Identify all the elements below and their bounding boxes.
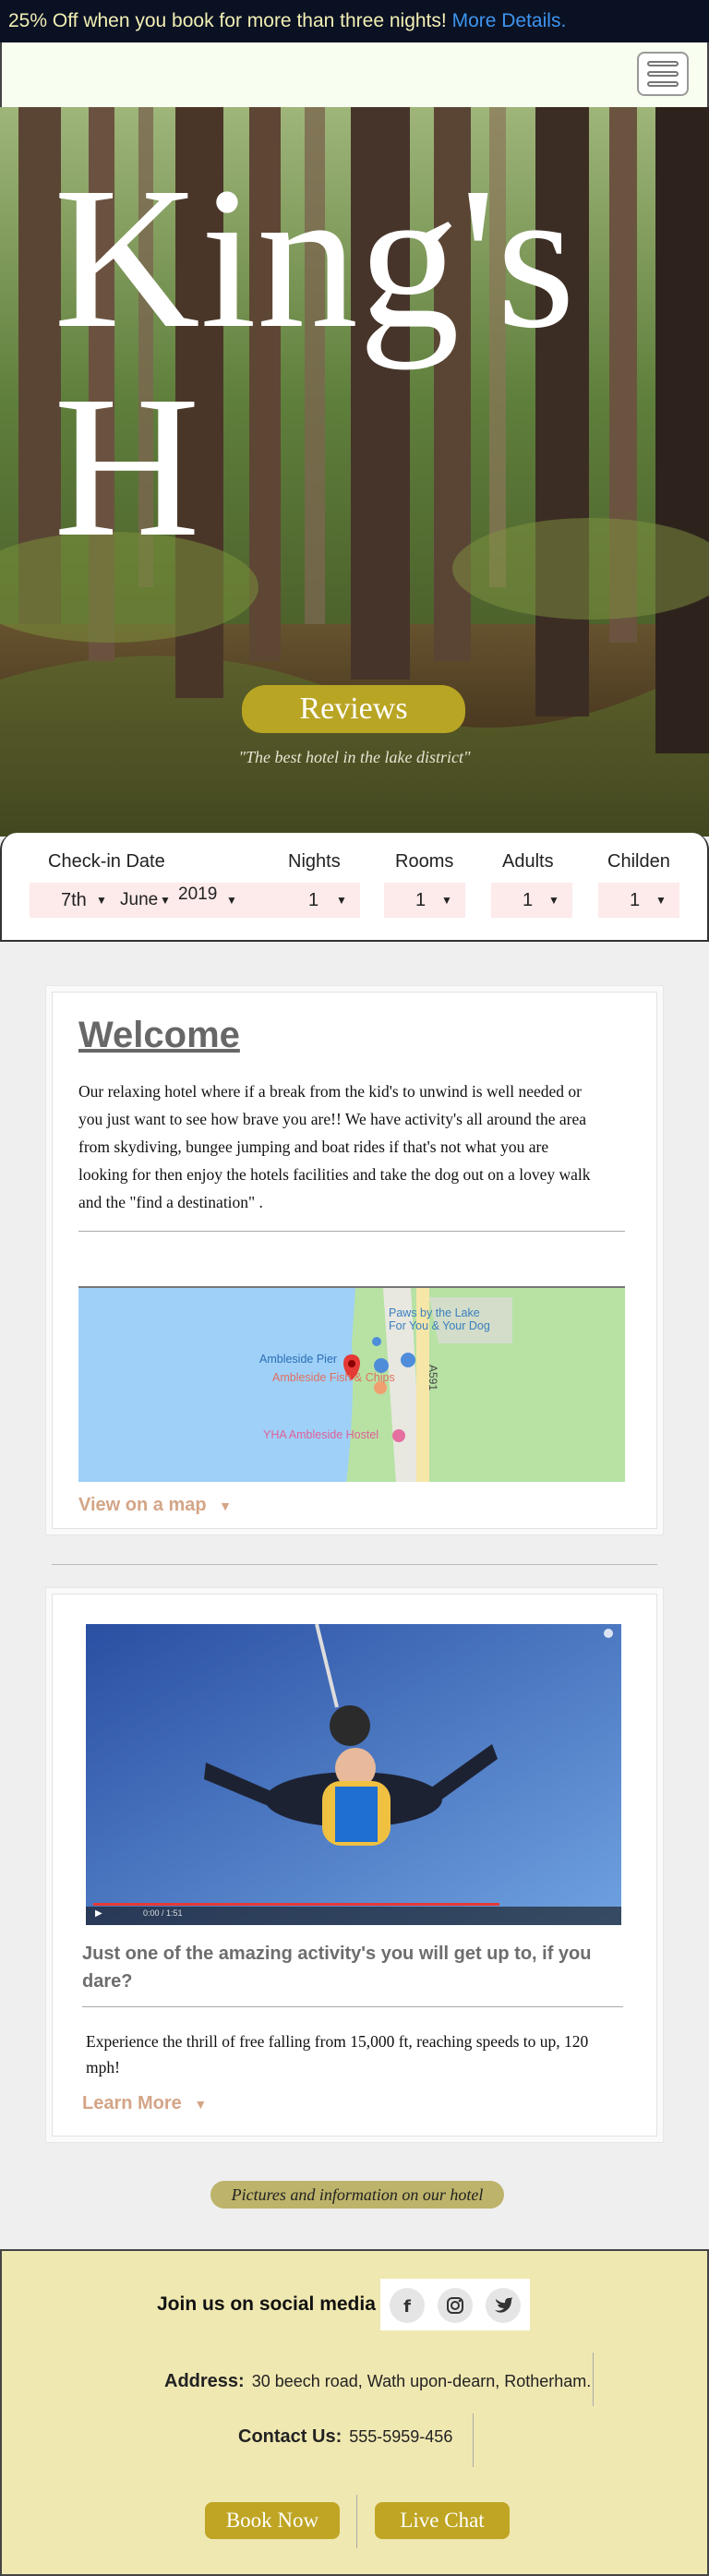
map-label-hostel: YHA Ambleside Hostel (263, 1428, 379, 1441)
contact-label: Contact Us: (238, 2426, 342, 2447)
social-links: f (380, 2279, 530, 2330)
activity-heading: Just one of the amazing activity's you w… (82, 1944, 592, 1992)
adults-select[interactable]: 1 ▼ (491, 883, 572, 918)
map-label-poi-sub: For You & Your Dog (389, 1319, 490, 1332)
chevron-down-icon: ▼ (219, 1499, 232, 1513)
children-label: Childen (607, 851, 670, 872)
chevron-down-icon: ▼ (336, 894, 347, 907)
chevron-down-icon: ▼ (441, 894, 452, 907)
year-select[interactable]: 2019 ▼ (173, 883, 251, 918)
chevron-down-icon: ▼ (96, 894, 107, 907)
month-select[interactable]: June ▼ (117, 883, 173, 918)
map-label-poi: Paws by the Lake (389, 1306, 480, 1319)
reviews-button[interactable]: Reviews (242, 685, 465, 733)
top-nav (0, 42, 709, 107)
live-chat-button[interactable]: Live Chat (375, 2502, 510, 2539)
chevron-down-icon: ▼ (548, 894, 559, 907)
rooms-label: Rooms (395, 851, 454, 872)
map-label-fish: Ambleside Fish & Chips (272, 1371, 395, 1384)
promo-text: 25% Off when you book for more than thre… (8, 10, 447, 31)
contact-row: Contact Us: 555-5959-456 (238, 2426, 452, 2448)
children-select[interactable]: 1 ▼ (598, 883, 679, 918)
social-heading: Join us on social media (157, 2293, 376, 2315)
chevron-down-icon: ▼ (194, 2097, 208, 2112)
divider (593, 2353, 594, 2406)
checkin-label: Check-in Date (48, 851, 165, 872)
twitter-icon[interactable] (486, 2288, 521, 2323)
day-select[interactable]: 7th ▼ (30, 883, 117, 918)
hero-section: King's H Reviews "The best hotel in the … (0, 107, 709, 837)
footer: Join us on social media f Address: 30 bee… (0, 2249, 709, 2576)
hamburger-menu-icon[interactable] (637, 52, 689, 96)
hotel-name-heading: King's H (54, 145, 576, 579)
nights-select[interactable]: 1 ▼ (251, 883, 360, 918)
chevron-down-icon: ▼ (655, 894, 667, 907)
video-time: 0:00 / 1:51 (143, 1908, 183, 1918)
map-label-pier: Ambleside Pier (259, 1353, 338, 1366)
divider (356, 2495, 357, 2548)
instagram-icon[interactable] (438, 2288, 473, 2323)
nights-label: Nights (288, 851, 341, 872)
address-label: Address: (164, 2371, 245, 2391)
more-details-link[interactable]: More Details. (452, 10, 567, 31)
welcome-text: Our relaxing hotel where if a break from… (78, 1082, 591, 1211)
address-value: 30 beech road, Wath upon-dearn, Rotherha… (251, 2372, 592, 2390)
phone-number[interactable]: 555-5959-456 (349, 2427, 452, 2446)
rooms-select[interactable]: 1 ▼ (384, 883, 465, 918)
section-divider (52, 1564, 657, 1565)
chevron-down-icon: ▼ (160, 894, 171, 907)
svg-text:f: f (403, 2297, 411, 2317)
book-now-button[interactable]: Book Now (205, 2502, 340, 2539)
map-label-road: A591 (427, 1364, 440, 1391)
skydiving-video[interactable]: 0:00 / 1:51 ▶ (86, 1624, 621, 1925)
booking-form: Check-in Date Nights Rooms Adults Childe… (0, 833, 709, 942)
play-icon[interactable]: ▶ (95, 1908, 102, 1919)
activity-card: 0:00 / 1:51 ▶ Just one of the amazing ac… (52, 1594, 657, 2137)
location-map[interactable]: Paws by the Lake For You & Your Dog Ambl… (78, 1286, 625, 1482)
divider (82, 2006, 623, 2007)
adults-label: Adults (502, 851, 554, 872)
activity-text: Experience the thrill of free falling fr… (86, 2032, 589, 2076)
address-row: Address: 30 beech road, Wath upon-dearn, … (164, 2371, 591, 2392)
pictures-info-button[interactable]: Pictures and information on our hotel (210, 2181, 504, 2209)
chevron-down-icon: ▼ (226, 894, 237, 907)
welcome-heading: Welcome (78, 1015, 240, 1055)
divider (473, 2413, 474, 2467)
view-on-map-link[interactable]: View on a map ▼ (78, 1495, 232, 1516)
divider (78, 1231, 625, 1232)
learn-more-link[interactable]: Learn More ▼ (82, 2093, 207, 2114)
welcome-card: Welcome Our relaxing hotel where if a br… (52, 992, 657, 1529)
hero-quote: "The best hotel in the lake district" (238, 748, 471, 766)
promo-banner: 25% Off when you book for more than thre… (0, 0, 709, 42)
facebook-icon[interactable]: f (390, 2288, 425, 2323)
